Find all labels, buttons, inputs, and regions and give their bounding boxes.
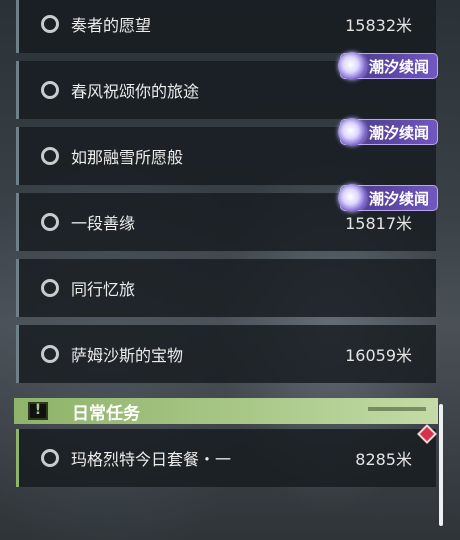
quest-status-circle-icon xyxy=(41,279,59,297)
quest-title: 玛格烈特今日套餐・一 xyxy=(71,450,232,469)
tidal-swirl-icon xyxy=(338,118,366,146)
tidal-swirl-icon xyxy=(338,184,366,212)
quest-title: 春风祝颂你的旅途 xyxy=(71,82,200,101)
quest-title: 同行忆旅 xyxy=(71,280,136,299)
section-label: 日常任务 xyxy=(72,404,140,424)
daily-quest-item[interactable]: 玛格烈特今日套餐・一 8285米 xyxy=(16,429,436,487)
quest-status-circle-icon xyxy=(41,449,59,467)
quest-distance: 15817米 xyxy=(345,214,412,233)
quest-status-circle-icon xyxy=(41,213,59,231)
quest-title: 一段善缘 xyxy=(71,214,136,233)
tidal-tale-tag: 潮汐续闻 xyxy=(338,52,438,80)
tag-label: 潮汐续闻 xyxy=(369,123,430,142)
header-decoration xyxy=(368,407,426,411)
quest-distance: 15832米 xyxy=(345,16,412,35)
scrollbar[interactable] xyxy=(439,404,443,526)
tidal-tale-tag: 潮汐续闻 xyxy=(338,118,438,146)
quest-item[interactable]: 萨姆沙斯的宝物 16059米 xyxy=(16,325,436,383)
quest-distance: 16059米 xyxy=(345,346,412,365)
tidal-tale-tag: 潮汐续闻 xyxy=(338,184,438,212)
quest-status-circle-icon xyxy=(41,345,59,363)
quest-item[interactable]: 奏者的愿望 15832米 xyxy=(16,0,436,53)
quest-item[interactable]: 同行忆旅 xyxy=(16,259,436,317)
quest-status-circle-icon xyxy=(41,15,59,33)
daily-quests-header[interactable]: 日常任务 xyxy=(14,398,438,424)
tag-label: 潮汐续闻 xyxy=(369,57,430,76)
exclamation-box-icon xyxy=(28,402,48,420)
quest-title: 萨姆沙斯的宝物 xyxy=(71,346,184,365)
quest-status-circle-icon xyxy=(41,147,59,165)
quest-status-circle-icon xyxy=(41,81,59,99)
quest-title: 奏者的愿望 xyxy=(71,16,152,35)
quest-list-panel: 奏者的愿望 15832米 春风祝颂你的旅途 潮汐续闻 如那融雪所愿般 潮汐续闻 … xyxy=(0,0,460,540)
tag-label: 潮汐续闻 xyxy=(369,189,430,208)
tidal-swirl-icon xyxy=(338,52,366,80)
quest-title: 如那融雪所愿般 xyxy=(71,148,184,167)
quest-distance: 8285米 xyxy=(355,450,412,469)
